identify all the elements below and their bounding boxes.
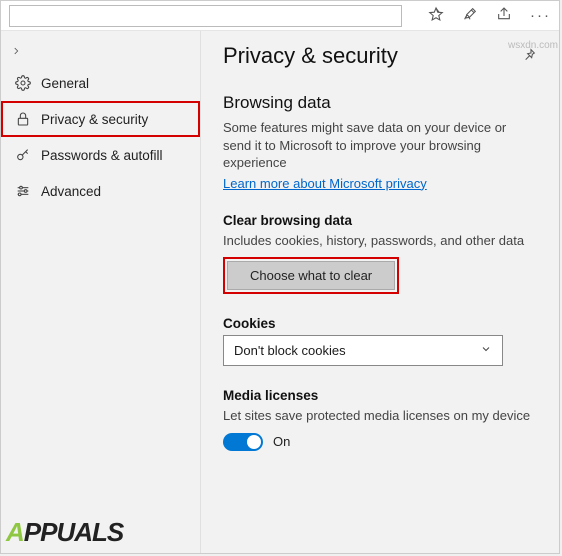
choose-what-to-clear-button[interactable]: Choose what to clear bbox=[227, 261, 395, 290]
sidebar-item-label: Privacy & security bbox=[41, 112, 148, 127]
sidebar-item-label: General bbox=[41, 76, 89, 91]
sidebar-item-label: Advanced bbox=[41, 184, 101, 199]
sidebar-item-privacy-security[interactable]: Privacy & security bbox=[1, 101, 200, 137]
chevron-right-icon bbox=[11, 43, 21, 59]
gear-icon bbox=[15, 75, 31, 91]
media-licenses-heading: Media licenses bbox=[223, 388, 537, 403]
pin-icon[interactable] bbox=[521, 47, 537, 66]
media-licenses-toggle-label: On bbox=[273, 434, 290, 449]
content-area: General Privacy & security Passwords & a… bbox=[1, 31, 559, 553]
media-licenses-toggle-row: On bbox=[223, 433, 537, 451]
reading-list-icon[interactable] bbox=[462, 6, 478, 26]
lock-icon bbox=[15, 111, 31, 127]
sidebar-item-passwords-autofill[interactable]: Passwords & autofill bbox=[1, 137, 200, 173]
media-licenses-toggle[interactable] bbox=[223, 433, 263, 451]
sidebar-item-general[interactable]: General bbox=[1, 65, 200, 101]
clear-browsing-desc: Includes cookies, history, passwords, an… bbox=[223, 232, 537, 250]
clear-browsing-heading: Clear browsing data bbox=[223, 213, 537, 228]
address-bar[interactable] bbox=[9, 5, 402, 27]
settings-window: ··· General Privacy & security bbox=[0, 0, 560, 554]
main-panel: Privacy & security Browsing data Some fe… bbox=[201, 31, 559, 553]
favorites-icon[interactable] bbox=[428, 6, 444, 26]
privacy-learn-more-link[interactable]: Learn more about Microsoft privacy bbox=[223, 176, 427, 191]
cookies-heading: Cookies bbox=[223, 316, 537, 331]
back-button[interactable] bbox=[1, 37, 200, 65]
sidebar-item-label: Passwords & autofill bbox=[41, 148, 163, 163]
cookies-dropdown-value: Don't block cookies bbox=[234, 343, 346, 358]
more-icon[interactable]: ··· bbox=[530, 7, 551, 24]
share-icon[interactable] bbox=[496, 6, 512, 26]
choose-what-to-clear-highlight: Choose what to clear bbox=[223, 257, 399, 294]
sliders-icon bbox=[15, 183, 31, 199]
media-licenses-desc: Let sites save protected media licenses … bbox=[223, 407, 537, 425]
key-icon bbox=[15, 147, 31, 163]
browsing-data-heading: Browsing data bbox=[223, 93, 537, 113]
cookies-dropdown[interactable]: Don't block cookies bbox=[223, 335, 503, 366]
page-title: Privacy & security bbox=[223, 43, 398, 69]
browsing-data-desc: Some features might save data on your de… bbox=[223, 119, 537, 172]
header-row: Privacy & security bbox=[223, 43, 537, 69]
titlebar: ··· bbox=[1, 1, 559, 31]
chevron-down-icon bbox=[480, 343, 492, 358]
sidebar: General Privacy & security Passwords & a… bbox=[1, 31, 201, 553]
sidebar-item-advanced[interactable]: Advanced bbox=[1, 173, 200, 209]
